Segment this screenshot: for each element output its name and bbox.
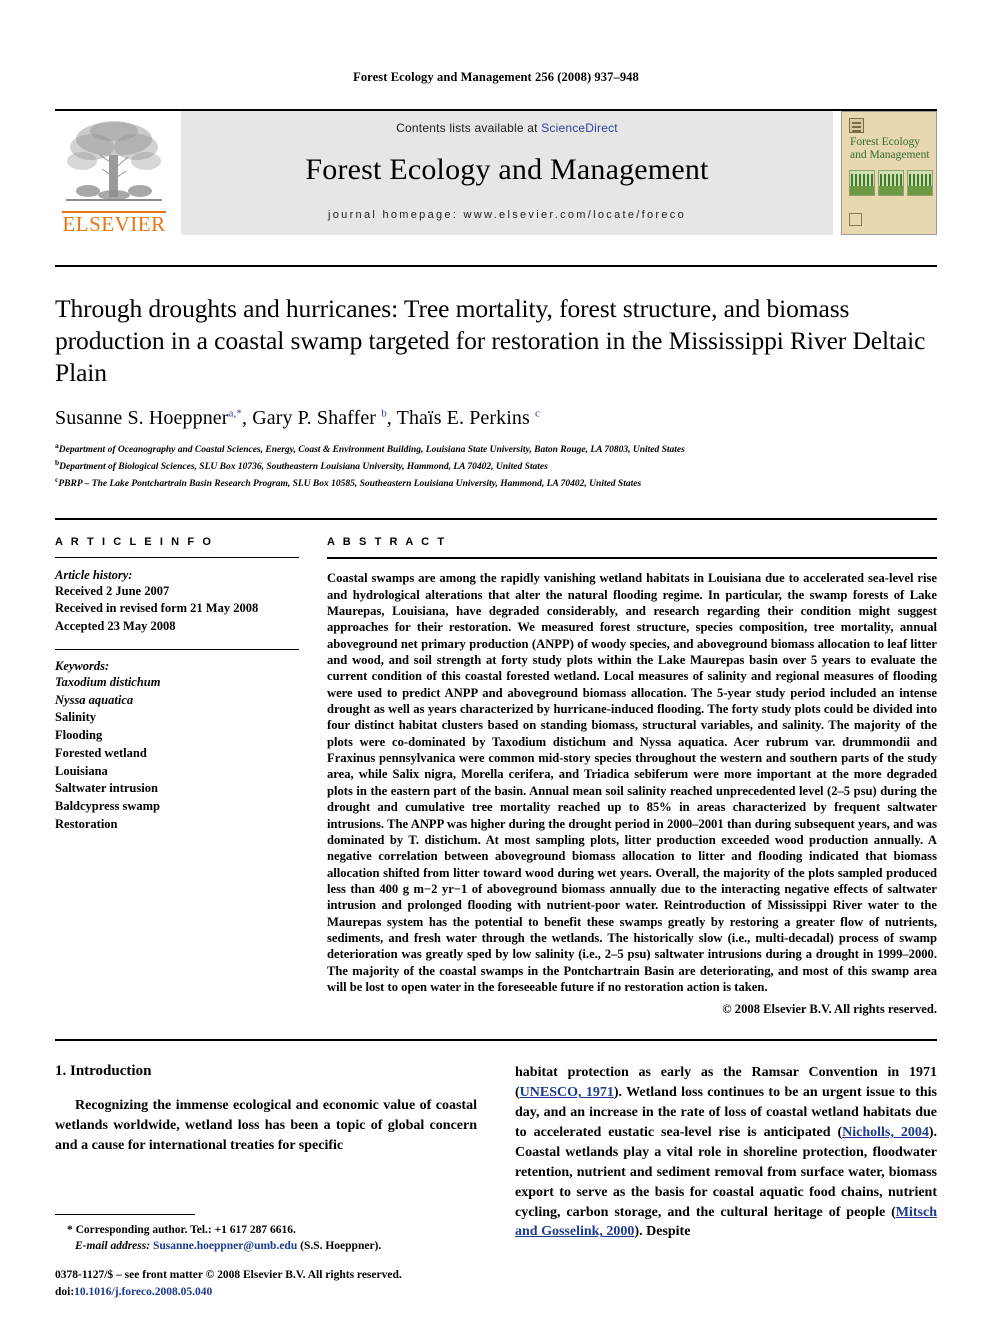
elsevier-logo: ELSEVIER bbox=[55, 111, 173, 235]
abstract-text: Coastal swamps are among the rapidly van… bbox=[327, 571, 937, 995]
journal-band: Contents lists available at ScienceDirec… bbox=[181, 111, 833, 235]
article-history-block: Article history: Received 2 June 2007 Re… bbox=[55, 568, 299, 635]
journal-masthead: ELSEVIER Contents lists available at Sci… bbox=[55, 109, 937, 235]
journal-homepage-link[interactable]: journal homepage: www.elsevier.com/locat… bbox=[328, 209, 686, 221]
cover-emblem-icon bbox=[849, 118, 864, 133]
journal-title: Forest Ecology and Management bbox=[305, 153, 709, 186]
keyword-item: Louisiana bbox=[55, 763, 108, 778]
article-history-received: Received 2 June 2007 bbox=[55, 584, 170, 599]
author-affiliation-mark[interactable]: b bbox=[381, 408, 387, 420]
author-affiliation-mark[interactable]: c bbox=[535, 408, 540, 420]
doi-link[interactable]: 10.1016/j.foreco.2008.05.040 bbox=[74, 1286, 212, 1298]
introduction-paragraph-right: habitat protection as early as the Ramsa… bbox=[515, 1063, 937, 1242]
sciencedirect-link[interactable]: ScienceDirect bbox=[541, 121, 618, 135]
elsevier-wordmark: ELSEVIER bbox=[62, 211, 166, 236]
introduction-text-left: Recognizing the immense ecological and e… bbox=[55, 1098, 477, 1154]
keyword-item: Baldcypress swamp bbox=[55, 799, 160, 814]
section-heading-introduction: 1. Introduction bbox=[55, 1063, 152, 1080]
contents-prefix: Contents lists available at bbox=[396, 121, 542, 135]
footnote-block: * Corresponding author. Tel.: +1 617 287… bbox=[55, 1213, 495, 1255]
citation-link[interactable]: UNESCO, 1971 bbox=[520, 1085, 614, 1100]
article-info-column: A R T I C L E I N F O Article history: R… bbox=[55, 536, 317, 1017]
cover-photo bbox=[849, 170, 875, 196]
cover-publisher-icon bbox=[849, 213, 862, 226]
article-history-accepted: Accepted 23 May 2008 bbox=[55, 618, 176, 633]
cover-photo bbox=[907, 170, 933, 196]
affiliation-text: Department of Oceanography and Coastal S… bbox=[58, 445, 685, 456]
elsevier-tree-icon bbox=[66, 121, 162, 201]
abstract-divider bbox=[327, 557, 937, 560]
corresponding-author-note: * Corresponding author. Tel.: +1 617 287… bbox=[67, 1223, 296, 1236]
cover-photo bbox=[878, 170, 904, 196]
email-owner: (S.S. Hoeppner). bbox=[300, 1240, 382, 1253]
body-divider bbox=[55, 1039, 937, 1042]
footnote-divider bbox=[55, 1213, 195, 1215]
cover-photo-strip bbox=[849, 170, 933, 196]
doi-label: doi: bbox=[55, 1285, 75, 1298]
article-history-label: Article history: bbox=[55, 568, 133, 583]
email-label: E-mail address: bbox=[75, 1240, 151, 1253]
affiliation-text: PBRP – The Lake Pontchartrain Basin Rese… bbox=[58, 479, 642, 490]
paper-page: Forest Ecology and Management 256 (2008)… bbox=[0, 0, 992, 1323]
affiliation-text: Department of Biological Sciences, SLU B… bbox=[59, 462, 548, 473]
keyword-item: Taxodium distichum bbox=[55, 674, 161, 689]
keywords-divider bbox=[55, 648, 299, 650]
article-info-divider bbox=[55, 557, 299, 559]
article-history-revised: Received in revised form 21 May 2008 bbox=[55, 601, 259, 616]
article-info-heading: A R T I C L E I N F O bbox=[55, 536, 214, 549]
keyword-item: Saltwater intrusion bbox=[55, 781, 158, 796]
keyword-item: Flooding bbox=[55, 728, 103, 743]
keyword-item: Salinity bbox=[55, 710, 96, 725]
body-column-right: habitat protection as early as the Ramsa… bbox=[515, 1063, 937, 1242]
author-name: Gary P. Shaffer bbox=[252, 407, 377, 430]
page-footer: 0378-1127/$ – see front matter © 2008 El… bbox=[55, 1267, 555, 1302]
author-affiliation-mark[interactable]: a,* bbox=[229, 408, 242, 420]
email-note: E-mail address: Susanne.hoeppner@umb.edu… bbox=[55, 1238, 495, 1255]
title-divider bbox=[55, 265, 937, 267]
journal-cover-thumbnail: Forest Ecology and Management bbox=[841, 111, 937, 235]
abstract-column: A B S T R A C T Coastal swamps are among… bbox=[317, 536, 937, 1017]
introduction-paragraph-left: Recognizing the immense ecological and e… bbox=[55, 1096, 477, 1156]
citation-link[interactable]: Nicholls, 2004 bbox=[842, 1125, 929, 1140]
cover-title: Forest Ecology and Management bbox=[850, 136, 930, 162]
contents-available-line: Contents lists available at ScienceDirec… bbox=[396, 121, 618, 135]
affiliation: bDepartment of Biological Sciences, SLU … bbox=[55, 458, 937, 475]
abstract-heading: A B S T R A C T bbox=[327, 536, 447, 549]
affiliation-list: aDepartment of Oceanography and Coastal … bbox=[55, 441, 937, 492]
keyword-item: Restoration bbox=[55, 816, 118, 831]
page-title: Through droughts and hurricanes: Tree mo… bbox=[55, 294, 926, 388]
author-name: Susanne S. Hoeppner bbox=[55, 407, 229, 430]
keywords-label: Keywords: bbox=[55, 658, 110, 673]
keyword-item: Nyssa aquatica bbox=[55, 692, 134, 707]
abstract-copyright: © 2008 Elsevier B.V. All rights reserved… bbox=[722, 1002, 937, 1017]
email-link[interactable]: Susanne.hoeppner@umb.edu bbox=[153, 1240, 297, 1252]
affiliation: cPBRP – The Lake Pontchartrain Basin Res… bbox=[55, 475, 937, 492]
author-name: Thaïs E. Perkins bbox=[396, 407, 530, 430]
issn-front-matter: 0378-1127/$ – see front matter © 2008 El… bbox=[55, 1268, 402, 1281]
intro-text-part-4: ). Despite bbox=[634, 1224, 691, 1240]
doi-line: doi:10.1016/j.foreco.2008.05.040 bbox=[55, 1284, 555, 1301]
running-head: Forest Ecology and Management 256 (2008)… bbox=[353, 70, 639, 84]
affiliation: aDepartment of Oceanography and Coastal … bbox=[55, 441, 937, 458]
info-abstract-row: A R T I C L E I N F O Article history: R… bbox=[55, 518, 937, 1017]
keyword-item: Forested wetland bbox=[55, 745, 147, 760]
author-list: Susanne S. Hoeppnera,*, Gary P. Shaffer … bbox=[55, 407, 540, 430]
